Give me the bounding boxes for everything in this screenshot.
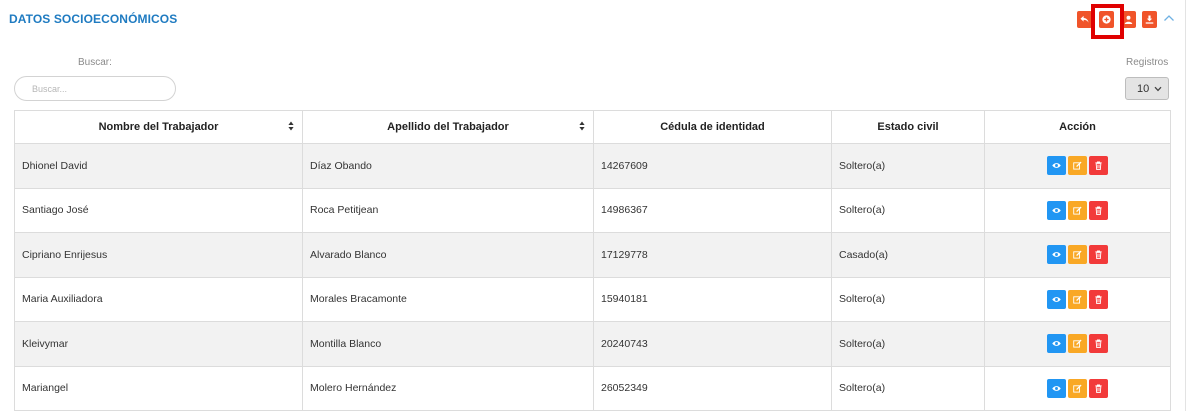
sort-icon: [579, 121, 585, 131]
edit-icon: [1073, 250, 1082, 259]
trash-icon: [1095, 339, 1102, 349]
reply-icon: [1080, 15, 1089, 23]
edit-icon: [1073, 295, 1082, 304]
section-title: DATOS SOCIOECONÓMICOS: [9, 12, 178, 26]
cell-actions: [984, 276, 1171, 322]
table-row: Dhionel David Díaz Obando 14267609 Soltero(…: [14, 143, 1171, 189]
highlight-box: [1091, 4, 1124, 39]
view-button[interactable]: [1047, 156, 1066, 176]
edit-icon: [1073, 339, 1082, 348]
edit-icon: [1073, 384, 1082, 393]
records-label: Registros: [1126, 57, 1169, 68]
delete-button[interactable]: [1089, 156, 1108, 176]
header-estado-civil: Estado civil: [831, 110, 985, 144]
cell-nombre: Kleivymar: [14, 321, 303, 367]
chevron-down-icon: [1154, 86, 1162, 92]
eye-icon: [1052, 341, 1061, 347]
cell-cedula: 20240743: [593, 321, 832, 367]
view-button[interactable]: [1047, 245, 1066, 265]
cell-estado-civil: Casado(a): [831, 232, 985, 278]
edit-button[interactable]: [1068, 156, 1087, 176]
cell-nombre: Mariangel: [14, 365, 303, 411]
cell-nombre: Maria Auxiliadora: [14, 276, 303, 322]
chevron-up-icon[interactable]: [1163, 13, 1175, 23]
cell-estado-civil: Soltero(a): [831, 321, 985, 367]
cell-cedula: 14986367: [593, 187, 832, 233]
cell-cedula: 15940181: [593, 276, 832, 322]
cell-actions: [984, 232, 1171, 278]
cell-cedula: 17129778: [593, 232, 832, 278]
cell-apellido: Montilla Blanco: [302, 321, 594, 367]
cell-nombre: Santiago José: [14, 187, 303, 233]
edit-button[interactable]: [1068, 289, 1087, 309]
cell-actions: [984, 365, 1171, 411]
cell-apellido: Díaz Obando: [302, 143, 594, 189]
edit-button[interactable]: [1068, 245, 1087, 265]
cell-nombre: Cipriano Enrijesus: [14, 232, 303, 278]
eye-icon: [1052, 296, 1061, 302]
eye-icon: [1052, 207, 1061, 213]
edit-icon: [1073, 206, 1082, 215]
cell-cedula: 26052349: [593, 365, 832, 411]
cell-actions: [984, 187, 1171, 233]
view-button[interactable]: [1047, 200, 1066, 220]
delete-button[interactable]: [1089, 334, 1108, 354]
delete-button[interactable]: [1089, 200, 1108, 220]
back-button[interactable]: [1077, 11, 1092, 28]
delete-button[interactable]: [1089, 289, 1108, 309]
edit-button[interactable]: [1068, 334, 1087, 354]
download-icon: [1145, 15, 1154, 24]
sort-icon: [288, 121, 294, 131]
cell-apellido: Morales Bracamonte: [302, 276, 594, 322]
cell-apellido: Molero Hernández: [302, 365, 594, 411]
trash-icon: [1095, 384, 1102, 393]
delete-button[interactable]: [1089, 245, 1108, 265]
search-label: Buscar:: [78, 57, 112, 68]
trash-icon: [1095, 250, 1102, 260]
table-row: Santiago José Roca Petitjean 14986367 Solte…: [14, 187, 1171, 233]
records-select[interactable]: 10: [1125, 77, 1169, 100]
trash-icon: [1095, 161, 1102, 171]
cell-cedula: 14267609: [593, 143, 832, 189]
trash-icon: [1095, 295, 1102, 304]
cell-estado-civil: Soltero(a): [831, 276, 985, 322]
socioeconomic-panel: DATOS SOCIOECONÓMICOS Buscar: Registros …: [0, 0, 1186, 411]
cell-actions: [984, 143, 1171, 189]
header-cedula: Cédula de identidad: [593, 110, 832, 144]
cell-estado-civil: Soltero(a): [831, 187, 985, 233]
edit-button[interactable]: [1068, 378, 1087, 398]
cell-apellido: Alvarado Blanco: [302, 232, 594, 278]
cell-estado-civil: Soltero(a): [831, 365, 985, 411]
eye-icon: [1052, 163, 1061, 169]
view-button[interactable]: [1047, 289, 1066, 309]
records-value: 10: [1137, 82, 1150, 95]
workers-table: Nombre del Trabajador Apellido del Traba…: [14, 110, 1171, 411]
cell-estado-civil: Soltero(a): [831, 143, 985, 189]
cell-apellido: Roca Petitjean: [302, 187, 594, 233]
header-accion: Acción: [984, 110, 1171, 144]
eye-icon: [1052, 385, 1061, 391]
table-row: Maria Auxiliadora Morales Bracamonte 15940…: [14, 276, 1171, 322]
search-input[interactable]: [14, 76, 176, 101]
edit-icon: [1073, 161, 1082, 170]
table-row: Cipriano Enrijesus Alvarado Blanco 1712977…: [14, 232, 1171, 278]
user-icon: [1124, 15, 1133, 24]
edit-button[interactable]: [1068, 200, 1087, 220]
table-row: Mariangel Molero Hernández 26052349 Soltero…: [14, 365, 1171, 411]
cell-nombre: Dhionel David: [14, 143, 303, 189]
eye-icon: [1052, 252, 1061, 258]
trash-icon: [1095, 206, 1102, 215]
delete-button[interactable]: [1089, 378, 1108, 398]
view-button[interactable]: [1047, 334, 1066, 354]
header-nombre[interactable]: Nombre del Trabajador: [14, 110, 303, 144]
view-button[interactable]: [1047, 378, 1066, 398]
download-button[interactable]: [1142, 11, 1157, 28]
header-apellido[interactable]: Apellido del Trabajador: [302, 110, 594, 144]
cell-actions: [984, 321, 1171, 367]
table-row: Kleivymar Montilla Blanco 20240743 Soltero(…: [14, 321, 1171, 367]
